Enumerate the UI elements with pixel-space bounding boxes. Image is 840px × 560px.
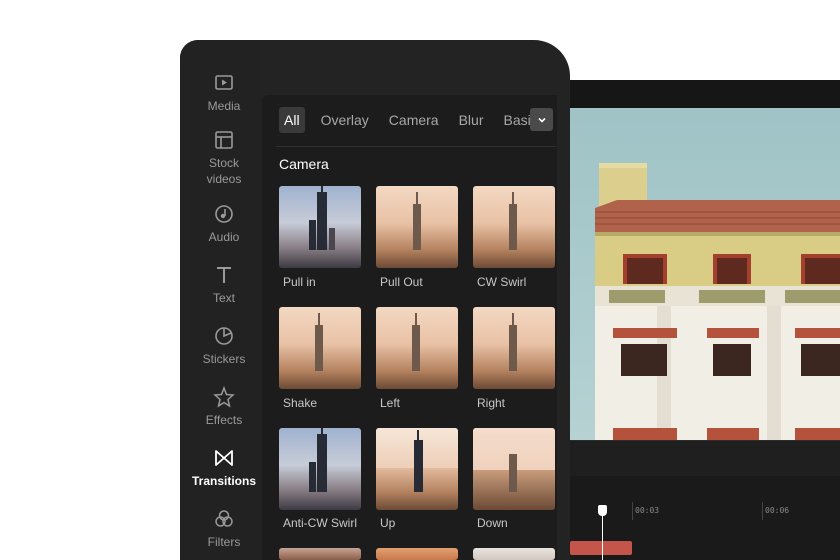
sidebar-item-label: Effects: [205, 413, 243, 427]
tab-camera[interactable]: Camera: [385, 107, 443, 133]
timeline-clip[interactable]: [570, 541, 632, 555]
transition-tile[interactable]: [279, 548, 361, 560]
sidebar-item-stickers[interactable]: Stickers: [180, 325, 268, 367]
transition-label: Right: [477, 396, 506, 410]
transition-tile-pull-out[interactable]: [376, 186, 458, 268]
player-controls-bar: [557, 440, 840, 476]
sidebar-item-media[interactable]: Media: [180, 72, 268, 114]
text-icon: [217, 267, 231, 283]
sidebar-item-stock-videos[interactable]: Stock videos: [180, 129, 268, 187]
sidebar-item-label: Filters: [207, 535, 241, 549]
chevron-down-icon: [537, 117, 546, 123]
effects-star-icon: [213, 386, 235, 408]
video-preview[interactable]: [557, 108, 840, 440]
transition-label: Up: [380, 516, 396, 530]
category-tabs: All Overlay Camera Blur Basic: [279, 107, 554, 133]
transition-label: Shake: [283, 396, 318, 410]
sidebar-item-transitions[interactable]: Transitions: [180, 447, 268, 489]
sticker-icon: [215, 327, 233, 345]
tab-blur[interactable]: Blur: [455, 107, 488, 133]
transitions-bowtie-icon: [215, 450, 233, 466]
preview-building-image: [595, 163, 840, 440]
sidebar-item-label: Audio: [208, 230, 240, 244]
transition-tile-anti-cw-swirl[interactable]: [279, 428, 361, 510]
transition-label: CW Swirl: [477, 275, 527, 289]
transition-tile-down[interactable]: [473, 428, 555, 510]
transition-tile-pull-in[interactable]: [279, 186, 361, 268]
sidebar-item-label: Stock videos: [206, 156, 242, 186]
filters-icon: [215, 510, 233, 527]
transition-label: Down: [477, 516, 508, 530]
transition-tile[interactable]: [376, 548, 458, 560]
sidebar-item-text[interactable]: Text: [180, 264, 268, 306]
transition-label: Pull Out: [380, 275, 423, 289]
transition-tile-right[interactable]: [473, 307, 555, 389]
transition-tile-left[interactable]: [376, 307, 458, 389]
more-tabs-button[interactable]: [530, 108, 553, 131]
tabs-divider: [276, 146, 556, 147]
timeline-ruler: 00:03 00:06: [570, 506, 840, 520]
transition-tile[interactable]: [473, 548, 555, 560]
tab-all[interactable]: All: [279, 107, 305, 133]
tab-overlay[interactable]: Overlay: [317, 107, 373, 133]
media-play-icon: [215, 75, 233, 90]
transition-label: Pull in: [283, 275, 316, 289]
transition-tile-shake[interactable]: [279, 307, 361, 389]
transition-label: Anti-CW Swirl: [283, 516, 357, 530]
playhead-handle[interactable]: [598, 505, 607, 516]
stock-video-icon: [215, 131, 233, 149]
transition-label: Left: [380, 396, 401, 410]
sidebar-item-label: Media: [207, 99, 241, 113]
audio-icon: [215, 205, 233, 223]
transition-tile-up[interactable]: [376, 428, 458, 510]
sidebar-item-label: Transitions: [191, 474, 256, 488]
sidebar-item-filters[interactable]: Filters: [180, 508, 268, 550]
playhead-line[interactable]: [602, 512, 603, 560]
sidebar-item-audio[interactable]: Audio: [180, 203, 268, 245]
timeline-tick-label: 00:06: [765, 506, 790, 515]
sidebar-item-effects[interactable]: Effects: [180, 386, 268, 428]
transition-tile-cw-swirl[interactable]: [473, 186, 555, 268]
sidebar: Media Stock videos Audio Text Stickers E…: [180, 40, 262, 560]
sidebar-item-label: Text: [212, 291, 235, 305]
timeline-tick-label: 00:03: [635, 506, 660, 515]
section-title: Camera: [279, 156, 329, 172]
sidebar-item-label: Stickers: [202, 352, 246, 366]
